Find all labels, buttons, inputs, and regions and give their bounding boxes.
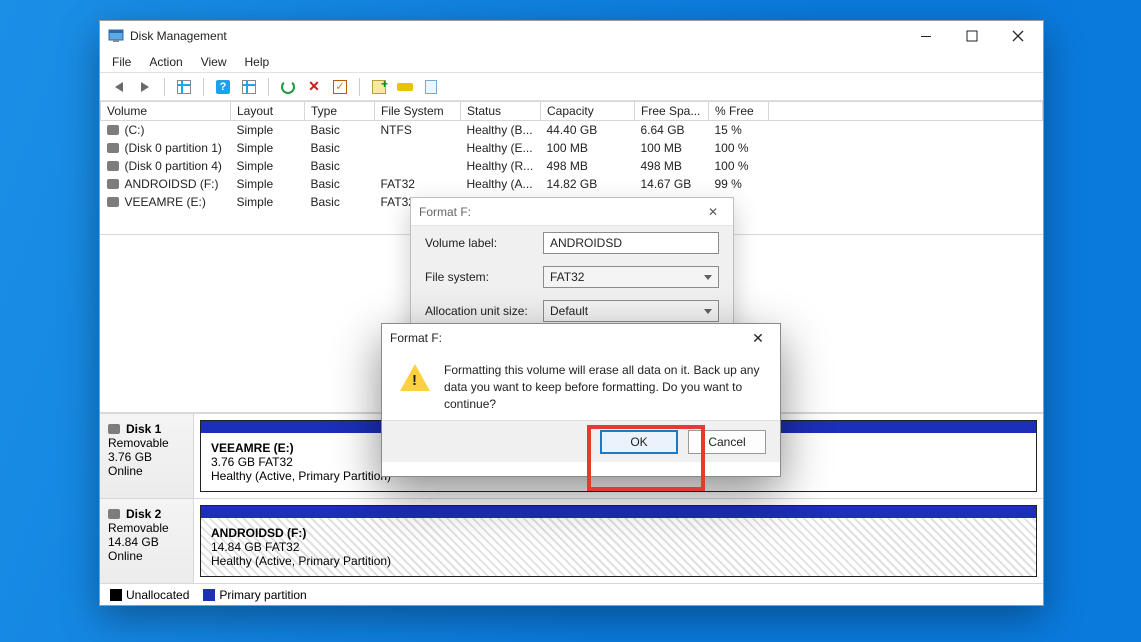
select-file-system[interactable]: FAT32 bbox=[543, 266, 719, 288]
confirm-dialog-close[interactable]: ✕ bbox=[744, 324, 772, 352]
format-dialog-close[interactable]: ✕ bbox=[701, 200, 725, 224]
refresh-icon bbox=[281, 80, 295, 94]
select-file-system-value: FAT32 bbox=[550, 270, 584, 284]
help-icon: ? bbox=[216, 80, 230, 94]
key-icon bbox=[397, 83, 413, 91]
doc-icon bbox=[425, 80, 437, 94]
x-icon: ✕ bbox=[307, 80, 321, 94]
legend-unallocated: Unallocated bbox=[126, 588, 189, 602]
confirm-message: Formatting this volume will erase all da… bbox=[444, 362, 762, 412]
check-icon: ✓ bbox=[333, 80, 347, 94]
select-alloc-unit[interactable]: Default bbox=[543, 300, 719, 322]
warning-icon bbox=[400, 364, 430, 391]
label-file-system: File system: bbox=[425, 270, 533, 284]
annotation-highlight bbox=[587, 425, 705, 491]
legend: Unallocated Primary partition bbox=[100, 583, 1043, 605]
chevron-down-icon bbox=[704, 275, 712, 280]
close-button[interactable] bbox=[995, 21, 1041, 51]
disk-1-size: 3.76 GB bbox=[108, 450, 185, 464]
disk-2-state: Online bbox=[108, 549, 185, 563]
app-icon bbox=[108, 28, 124, 44]
disk-1-title: Disk 1 bbox=[126, 422, 161, 436]
col-type[interactable]: Type bbox=[305, 102, 375, 121]
menubar: File Action View Help bbox=[100, 51, 1043, 73]
col-layout[interactable]: Layout bbox=[231, 102, 305, 121]
toolbar: ? ✕ ✓ bbox=[100, 73, 1043, 101]
disk-2-vol-status: Healthy (Active, Primary Partition) bbox=[211, 554, 1026, 568]
label-alloc-unit: Allocation unit size: bbox=[425, 304, 533, 318]
chevron-down-icon bbox=[704, 309, 712, 314]
disk-1-state: Online bbox=[108, 464, 185, 478]
col-capacity[interactable]: Capacity bbox=[541, 102, 635, 121]
table-row[interactable]: (C:)SimpleBasicNTFSHealthy (B...44.40 GB… bbox=[101, 121, 1043, 140]
forward-button[interactable] bbox=[134, 76, 156, 98]
grid2-icon bbox=[242, 80, 256, 94]
confirm-dialog-title: Format F: bbox=[390, 331, 744, 345]
disk-2-pane: Disk 2 Removable 14.84 GB Online ANDROID… bbox=[100, 498, 1043, 583]
col-pct[interactable]: % Free bbox=[709, 102, 769, 121]
format-dialog-title: Format F: bbox=[419, 205, 471, 219]
col-spacer bbox=[769, 102, 1043, 121]
legend-primary: Primary partition bbox=[219, 588, 306, 602]
table-row[interactable]: (Disk 0 partition 4)SimpleBasicHealthy (… bbox=[101, 157, 1043, 175]
menu-help[interactable]: Help bbox=[245, 55, 270, 69]
arrow-left-icon bbox=[115, 82, 123, 92]
help-button[interactable]: ? bbox=[212, 76, 234, 98]
arrow-right-icon bbox=[141, 82, 149, 92]
disk-1-kind: Removable bbox=[108, 436, 185, 450]
menu-file[interactable]: File bbox=[112, 55, 131, 69]
refresh-button[interactable] bbox=[277, 76, 299, 98]
disk-2-vol-name: ANDROIDSD (F:) bbox=[211, 526, 1026, 540]
key-button[interactable] bbox=[394, 76, 416, 98]
grid-icon bbox=[177, 80, 191, 94]
disk-1-info[interactable]: Disk 1 Removable 3.76 GB Online bbox=[100, 414, 194, 498]
window-title: Disk Management bbox=[130, 29, 903, 43]
disk-2-size: 14.84 GB bbox=[108, 535, 185, 549]
col-status[interactable]: Status bbox=[461, 102, 541, 121]
disk-2-info[interactable]: Disk 2 Removable 14.84 GB Online bbox=[100, 499, 194, 583]
view-button[interactable] bbox=[173, 76, 195, 98]
detail-view-button[interactable] bbox=[238, 76, 260, 98]
disk-2-vol-size: 14.84 GB FAT32 bbox=[211, 540, 1026, 554]
doc-button[interactable] bbox=[420, 76, 442, 98]
titlebar[interactable]: Disk Management bbox=[100, 21, 1043, 51]
col-fs[interactable]: File System bbox=[375, 102, 461, 121]
menu-view[interactable]: View bbox=[201, 55, 227, 69]
disk-2-title: Disk 2 bbox=[126, 507, 161, 521]
minimize-button[interactable] bbox=[903, 21, 949, 51]
menu-action[interactable]: Action bbox=[149, 55, 182, 69]
confirm-dialog[interactable]: Format F: ✕ Formatting this volume will … bbox=[381, 323, 781, 477]
maximize-button[interactable] bbox=[949, 21, 995, 51]
delete-button[interactable]: ✕ bbox=[303, 76, 325, 98]
back-button[interactable] bbox=[108, 76, 130, 98]
check-button[interactable]: ✓ bbox=[329, 76, 351, 98]
table-row[interactable]: ANDROIDSD (F:)SimpleBasicFAT32Healthy (A… bbox=[101, 175, 1043, 193]
label-volume-label: Volume label: bbox=[425, 236, 533, 250]
new-button[interactable] bbox=[368, 76, 390, 98]
disk-2-kind: Removable bbox=[108, 521, 185, 535]
input-volume-label[interactable] bbox=[543, 232, 719, 254]
disk-2-volume[interactable]: ANDROIDSD (F:) 14.84 GB FAT32 Healthy (A… bbox=[200, 505, 1037, 577]
select-alloc-unit-value: Default bbox=[550, 304, 588, 318]
col-free[interactable]: Free Spa... bbox=[635, 102, 709, 121]
table-row[interactable]: (Disk 0 partition 1)SimpleBasicHealthy (… bbox=[101, 139, 1043, 157]
new-icon bbox=[372, 80, 386, 94]
col-volume[interactable]: Volume bbox=[101, 102, 231, 121]
